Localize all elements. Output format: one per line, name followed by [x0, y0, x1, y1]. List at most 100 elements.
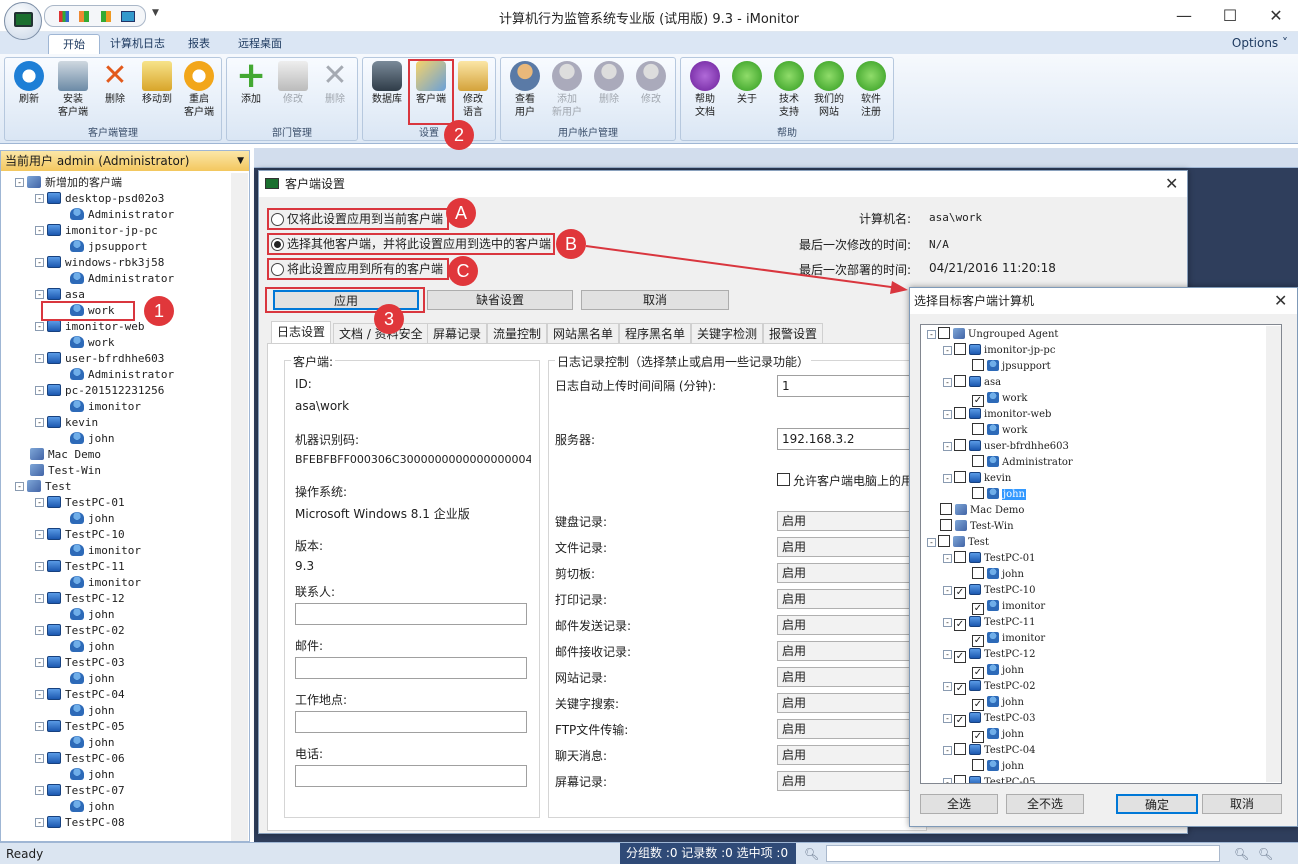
node-checkbox[interactable]: ✓ [954, 651, 966, 663]
target-tree-node[interactable]: ✓ imonitor [959, 631, 1045, 647]
tree-node[interactable]: john [55, 671, 115, 687]
target-tree-node[interactable]: - Test [927, 535, 989, 551]
expander-icon[interactable]: - [35, 386, 44, 395]
expander-icon[interactable]: - [35, 690, 44, 699]
view-users-button[interactable]: 查看 用户 [505, 61, 545, 119]
expander-icon[interactable]: - [943, 410, 952, 419]
edit-department-button[interactable]: 修改 [273, 61, 313, 106]
tree-node[interactable]: john [55, 735, 115, 751]
target-tree-node[interactable]: work [959, 423, 1027, 439]
node-checkbox[interactable] [954, 343, 966, 355]
target-tree-node[interactable]: - ✓ TestPC-11 [943, 615, 1035, 631]
target-tree-node[interactable]: Test-Win [927, 519, 1014, 535]
database-button[interactable]: 数据库 [367, 61, 407, 106]
expander-icon[interactable]: - [35, 818, 44, 827]
tree-node[interactable]: jpsupport [55, 239, 148, 255]
tree-node[interactable]: john [55, 431, 115, 447]
current-user-bar[interactable]: 当前用户 admin (Administrator) ▼ [1, 151, 249, 171]
expander-icon[interactable]: - [35, 786, 44, 795]
target-tree-node[interactable]: Mac Demo [927, 503, 1024, 519]
tree-node[interactable]: - TestPC-04 [35, 687, 125, 703]
node-checkbox[interactable]: ✓ [954, 683, 966, 695]
tab-website-blacklist[interactable]: 网站黑名单 [547, 323, 620, 343]
ok-button[interactable]: 确定 [1116, 794, 1198, 814]
target-tree-node[interactable]: Administrator [959, 455, 1073, 471]
allow-checkbox[interactable] [777, 473, 790, 486]
node-checkbox[interactable]: ✓ [972, 699, 984, 711]
node-checkbox[interactable] [972, 359, 984, 371]
node-checkbox[interactable] [940, 503, 952, 515]
target-tree-node[interactable]: - ✓ TestPC-02 [943, 679, 1035, 695]
expander-icon[interactable]: - [35, 226, 44, 235]
tree-node[interactable]: Administrator [55, 271, 174, 287]
change-language-button[interactable]: 修改 语言 [453, 61, 493, 119]
expander-icon[interactable]: - [35, 658, 44, 667]
add-department-button[interactable]: + 添加 [231, 58, 271, 106]
tab-computer-log[interactable]: 计算机日志 [96, 34, 179, 54]
expander-icon[interactable]: - [35, 290, 44, 299]
expander-icon[interactable]: - [927, 330, 936, 339]
node-checkbox[interactable]: ✓ [954, 619, 966, 631]
tree-node[interactable]: - TestPC-10 [35, 527, 125, 543]
target-tree-node[interactable]: jpsupport [959, 359, 1051, 375]
node-checkbox[interactable]: ✓ [972, 395, 984, 407]
website-button[interactable]: 我们的 网站 [809, 61, 849, 119]
expander-icon[interactable]: - [35, 322, 44, 331]
add-user-button[interactable]: 添加 新用户 [547, 61, 587, 119]
expander-icon[interactable]: - [35, 722, 44, 731]
target-tree-node[interactable]: john [959, 567, 1024, 583]
tree-node[interactable]: work [55, 335, 115, 351]
tree-node[interactable]: - TestPC-07 [35, 783, 125, 799]
tree-node[interactable]: john [55, 799, 115, 815]
target-tree-node[interactable]: - TestPC-05 [943, 775, 1035, 783]
expander-icon[interactable]: - [35, 626, 44, 635]
expander-icon[interactable]: - [35, 498, 44, 507]
expander-icon[interactable]: - [943, 650, 952, 659]
tree-scrollbar[interactable] [231, 173, 248, 841]
tree-node[interactable]: - imonitor-jp-pc [35, 223, 158, 239]
node-checkbox[interactable]: ✓ [954, 715, 966, 727]
tree-node[interactable]: Administrator [55, 367, 174, 383]
tree-node[interactable]: - pc-201512231256 [35, 383, 164, 399]
target-tree-node[interactable]: - ✓ TestPC-03 [943, 711, 1035, 727]
target-tree-node[interactable]: - ✓ TestPC-10 [943, 583, 1035, 599]
help-doc-button[interactable]: 帮助 文档 [685, 61, 725, 119]
status-search-input[interactable] [826, 845, 1220, 862]
tree-node[interactable]: - TestPC-03 [35, 655, 125, 671]
tree-node[interactable]: - TestPC-06 [35, 751, 125, 767]
target-tree-node[interactable]: - TestPC-04 [943, 743, 1035, 759]
node-checkbox[interactable]: ✓ [972, 667, 984, 679]
delete-client-button[interactable]: ✕ 删除 [95, 61, 135, 106]
expander-icon[interactable]: - [943, 442, 952, 451]
cancel-button[interactable]: 取消 [581, 290, 729, 310]
expander-icon[interactable]: - [35, 194, 44, 203]
default-settings-button[interactable]: 缺省设置 [427, 290, 573, 310]
node-checkbox[interactable] [972, 423, 984, 435]
tree-node[interactable]: john [55, 703, 115, 719]
node-checkbox[interactable] [940, 519, 952, 531]
tree-node[interactable]: - user-bfrdhhe603 [35, 351, 164, 367]
dialog2-cancel-button[interactable]: 取消 [1202, 794, 1282, 814]
tree-node[interactable]: - kevin [35, 415, 98, 431]
tree-node[interactable]: Mac Demo [15, 447, 101, 463]
target-tree-scrollbar[interactable] [1266, 326, 1281, 782]
tree-node[interactable]: - windows-rbk3j58 [35, 255, 164, 271]
tree-node[interactable]: - TestPC-08 [35, 815, 125, 831]
dialog-close-button[interactable]: ✕ [1165, 174, 1178, 193]
expander-icon[interactable]: - [35, 354, 44, 363]
tab-log-settings[interactable]: 日志设置 [271, 321, 332, 343]
expander-icon[interactable]: - [35, 754, 44, 763]
expander-icon[interactable]: - [943, 746, 952, 755]
close-button[interactable]: ✕ [1256, 4, 1296, 28]
refresh-button[interactable]: 刷新 [9, 61, 49, 106]
edit-user-button[interactable]: 修改 [631, 61, 671, 106]
dialog2-close-button[interactable]: ✕ [1274, 291, 1287, 310]
tree-node[interactable]: imonitor [55, 543, 141, 559]
node-checkbox[interactable]: ✓ [954, 587, 966, 599]
node-checkbox[interactable] [954, 743, 966, 755]
expander-icon[interactable]: - [943, 618, 952, 627]
expander-icon[interactable]: - [943, 778, 952, 783]
node-checkbox[interactable] [954, 775, 966, 783]
expander-icon[interactable]: - [35, 418, 44, 427]
delete-department-button[interactable]: ✕ 删除 [315, 61, 355, 106]
